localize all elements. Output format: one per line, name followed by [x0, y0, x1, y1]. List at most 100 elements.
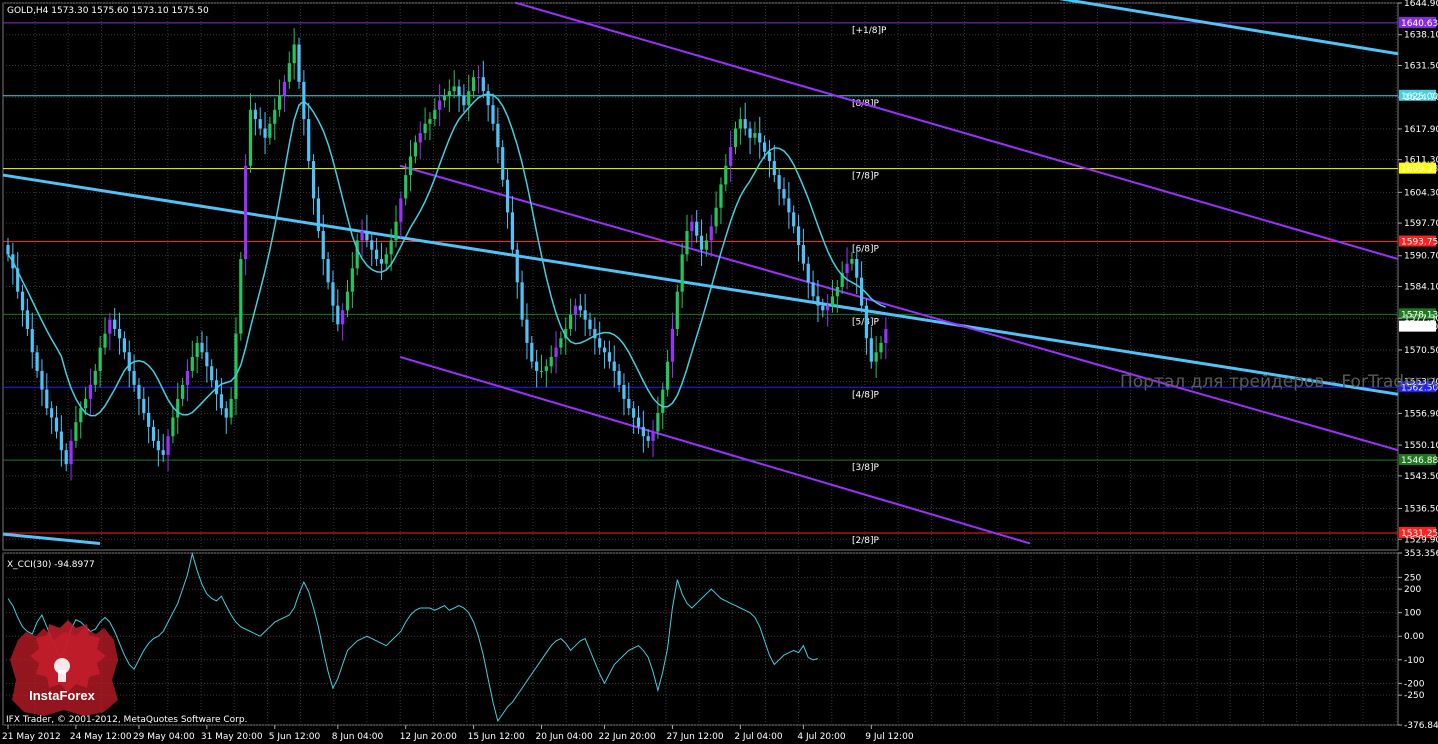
price-tick-label: 1556.90 — [1404, 409, 1438, 419]
candle-body — [79, 408, 83, 423]
candle-body — [801, 245, 805, 264]
candle-body — [816, 296, 820, 306]
candle-body — [316, 198, 320, 232]
candle-body — [767, 151, 772, 162]
candle-body — [413, 142, 417, 157]
candle-body — [311, 161, 316, 199]
price-tick-label: 1644.90 — [1404, 0, 1438, 9]
candle-body — [93, 370, 97, 385]
candle-body — [617, 370, 621, 385]
candle-body — [661, 389, 665, 413]
candle-body — [20, 291, 25, 311]
candle-body — [117, 328, 122, 339]
candle-body — [850, 259, 854, 264]
candle-body — [806, 263, 810, 283]
candle-body — [860, 277, 864, 306]
candle-body — [685, 231, 689, 255]
candle-body — [505, 179, 510, 213]
candle-body — [205, 352, 209, 367]
candle-body — [433, 109, 437, 120]
candle-body — [733, 128, 738, 148]
price-tick-label: 1550.10 — [1404, 441, 1438, 451]
cci-tick-label: 200 — [1404, 585, 1421, 595]
candle-body — [307, 119, 311, 162]
candle-body — [282, 81, 287, 96]
candle-body — [438, 100, 442, 110]
candle-body — [729, 147, 733, 166]
candle-body — [457, 86, 461, 96]
candle-body — [598, 338, 602, 348]
candle-body — [50, 408, 54, 418]
candle-body — [879, 342, 883, 353]
level-name-label: [2/8]P — [852, 536, 880, 546]
candle-body — [869, 338, 873, 362]
candle-body — [675, 291, 679, 329]
candle-body — [472, 77, 476, 92]
candle-body — [190, 356, 194, 371]
time-tick-label: 12 Jun 20:00 — [400, 732, 457, 742]
candle-body — [467, 91, 471, 106]
candle-body — [185, 370, 190, 385]
candle-body — [447, 91, 451, 96]
candle-body — [59, 431, 63, 451]
candle-body — [578, 305, 582, 311]
candle-body — [423, 123, 427, 134]
level-price-label: 1609.38 — [1401, 165, 1438, 175]
price-tick-label: 1570.50 — [1404, 346, 1438, 356]
logo-emblem-stem — [58, 670, 66, 682]
time-tick-label: 8 Jun 04:00 — [332, 732, 384, 742]
candle-body — [738, 119, 742, 129]
candle-body — [636, 417, 641, 427]
candle-body — [835, 286, 839, 297]
candle-body — [151, 426, 156, 441]
cci-tick-label: 353.356 — [1404, 549, 1438, 559]
candle-body — [641, 426, 645, 437]
candle-body — [680, 254, 684, 292]
level-price-label: 1640.63 — [1401, 19, 1438, 29]
candle-body — [748, 128, 752, 138]
candle-body — [821, 305, 825, 311]
cci-title: X_CCI(30) -94.8977 — [7, 560, 95, 570]
candle-body — [336, 305, 340, 325]
logo-brand-text: InstaForex — [29, 688, 96, 703]
candle-body — [554, 347, 558, 357]
candle-body — [569, 314, 573, 329]
candle-body — [379, 259, 384, 264]
candle-body — [84, 398, 88, 409]
candle-body — [559, 338, 563, 348]
candle-body — [365, 231, 369, 241]
current-price-label: 1575.50 — [1401, 323, 1438, 333]
level-price-label: 1546.88 — [1401, 456, 1438, 466]
candle-body — [171, 417, 175, 437]
candle-body — [239, 259, 243, 334]
candle-body — [699, 235, 704, 250]
price-tick-label: 1584.10 — [1404, 283, 1438, 293]
candle-body — [195, 342, 199, 357]
time-tick-label: 22 Jun 20:00 — [599, 732, 656, 742]
candle-body — [491, 105, 495, 124]
cci-tick-label: 100 — [1404, 609, 1421, 619]
candle-body — [370, 240, 374, 250]
candle-body — [646, 436, 650, 441]
candle-body — [132, 370, 136, 385]
price-tick-label: 1604.30 — [1404, 188, 1438, 198]
candle-body — [45, 389, 49, 409]
candle-body — [142, 398, 146, 413]
price-chart[interactable]: 1640.63[+1/8]P1625.00[8/8]P1609.38[7/8]P… — [0, 0, 1438, 744]
candle-body — [64, 450, 68, 465]
candle-body — [690, 221, 694, 232]
symbol-title: GOLD,H4 1573.30 1575.60 1573.10 1575.50 — [7, 6, 209, 16]
candle-body — [273, 109, 277, 124]
candle-body — [30, 328, 34, 353]
candle-body — [666, 361, 670, 390]
price-tick-label: 1590.70 — [1404, 252, 1438, 262]
price-tick-label: 1543.50 — [1404, 472, 1438, 482]
candle-body — [627, 398, 631, 409]
candle-body — [224, 408, 228, 418]
time-tick-label: 20 Jun 04:00 — [536, 732, 593, 742]
candle-body — [583, 310, 587, 320]
candle-body — [268, 123, 272, 138]
cci-tick-label: 0.00 — [1404, 632, 1424, 642]
candle-body — [501, 147, 505, 180]
instaforex-logo: InstaForex — [10, 620, 118, 716]
